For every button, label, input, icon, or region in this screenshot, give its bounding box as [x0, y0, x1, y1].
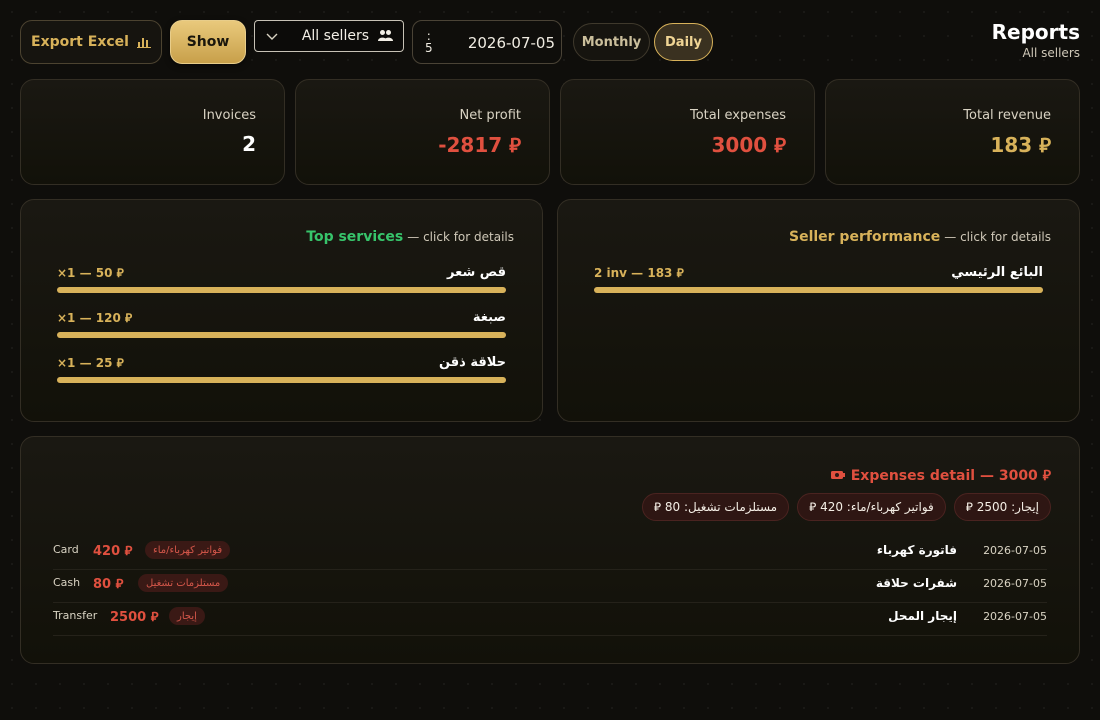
period-daily-toggle[interactable]: Daily — [654, 23, 713, 61]
chart-icon — [136, 38, 151, 48]
service-bar-track — [57, 287, 506, 293]
seller-bar-fill — [594, 287, 1043, 293]
expense-category-chips: إيجار: 2500 ⃁ فواتير كهرباء/ماء: 420 ⃁ م… — [641, 493, 1051, 521]
expense-description: إيجار المحل — [888, 609, 957, 623]
expense-amount: 420 ⃁ — [93, 544, 133, 559]
service-meta: ×1 — 25 ⃁ — [57, 356, 124, 370]
service-row[interactable]: حلاقة ذقن ×1 — 25 ⃁ — [57, 355, 506, 385]
expenses-title: Expenses detail — 3000 ⃁ — [830, 466, 1051, 484]
expense-chip: مستلزمات تشغيل: 80 ⃁ — [641, 493, 790, 521]
seller-name: البائع الرئيسي — [951, 265, 1043, 280]
expense-method: Cash — [53, 576, 81, 589]
seller-select-value: All sellers — [301, 28, 369, 44]
expense-amount: 2500 ⃁ — [110, 610, 159, 625]
expense-description: فاتورة كهرباء — [876, 543, 957, 557]
show-button[interactable]: Show — [170, 20, 246, 64]
service-bar-track — [57, 377, 506, 383]
toolbar: Export Excel Show All sellers : 5 2026-0… — [20, 20, 1080, 64]
expense-row[interactable]: 2026-07-05 شفرات حلاقة Cash 80 ⃁ مستلزما… — [53, 570, 1047, 603]
money-out-icon — [830, 471, 845, 479]
stat-value: -2817 ⃁ — [438, 133, 521, 157]
stat-label: Invoices — [202, 108, 256, 123]
seller-performance-panel[interactable]: Seller performance — click for details ال… — [557, 199, 1080, 422]
expense-date: 2026-07-05 — [983, 577, 1047, 590]
seller-performance-title: Seller performance — click for details — [788, 229, 1051, 245]
page-subtitle: All sellers — [1022, 46, 1080, 60]
expense-chip: إيجار: 2500 ⃁ — [953, 493, 1051, 521]
seller-meta: 2 inv — 183 ⃁ — [594, 266, 684, 280]
seller-bar-track — [594, 287, 1043, 293]
page-header: Reports All sellers — [992, 20, 1080, 60]
stat-card-net-profit: Net profit -2817 ⃁ — [295, 79, 550, 185]
top-services-panel[interactable]: Top services — click for details قص شعر ×… — [20, 199, 543, 422]
service-meta: ×1 — 120 ⃁ — [57, 311, 133, 325]
service-meta: ×1 — 50 ⃁ — [57, 266, 124, 280]
service-row[interactable]: صبغة ×1 — 120 ⃁ — [57, 310, 506, 340]
stat-value: 183 ⃁ — [990, 133, 1051, 157]
seller-select[interactable]: All sellers — [254, 20, 404, 52]
expense-date: 2026-07-05 — [983, 610, 1047, 623]
expense-category-badge: إيجار — [169, 607, 205, 625]
expense-row[interactable]: 2026-07-05 فاتورة كهرباء Card 420 ⃁ فوات… — [53, 537, 1047, 570]
stat-card-invoices: Invoices 2 — [20, 79, 285, 185]
export-excel-label: Export Excel — [31, 34, 129, 50]
page-title: Reports — [991, 20, 1080, 44]
expense-method: Card — [53, 543, 79, 556]
expense-method: Transfer — [53, 609, 98, 622]
date-input[interactable]: : 5 2026-07-05 — [412, 20, 562, 64]
service-bar-fill — [57, 332, 506, 338]
period-monthly-toggle[interactable]: Monthly — [573, 23, 650, 61]
seller-row[interactable]: البائع الرئيسي 2 inv — 183 ⃁ — [594, 265, 1043, 295]
export-excel-button[interactable]: Export Excel — [20, 20, 162, 64]
stat-label: Total expenses — [690, 108, 786, 123]
expense-chip: فواتير كهرباء/ماء: 420 ⃁ — [797, 493, 946, 521]
expense-date: 2026-07-05 — [983, 544, 1047, 557]
expense-row[interactable]: 2026-07-05 إيجار المحل Transfer 2500 ⃁ إ… — [53, 603, 1047, 636]
stat-label: Total revenue — [963, 108, 1051, 123]
users-icon — [378, 30, 393, 41]
stat-card-total-expenses: Total expenses 3000 ⃁ — [560, 79, 815, 185]
service-bar-track — [57, 332, 506, 338]
service-name: صبغة — [472, 310, 506, 325]
service-row[interactable]: قص شعر ×1 — 50 ⃁ — [57, 265, 506, 295]
stat-value: 2 — [242, 132, 256, 156]
top-services-title: Top services — click for details — [306, 229, 514, 245]
expense-description: شفرات حلاقة — [875, 576, 957, 590]
service-name: قص شعر — [447, 265, 506, 280]
chevron-down-icon — [266, 33, 278, 40]
service-name: حلاقة ذقن — [438, 355, 506, 370]
date-value: 2026-07-05 — [467, 34, 555, 52]
expenses-panel: Expenses detail — 3000 ⃁ إيجار: 2500 ⃁ ف… — [20, 436, 1080, 664]
expense-category-badge: فواتير كهرباء/ماء — [145, 541, 231, 559]
stat-label: Net profit — [459, 108, 521, 123]
service-bar-fill — [57, 377, 506, 383]
stat-card-total-revenue: Total revenue 183 ⃁ — [825, 79, 1080, 185]
date-small-indicator: : 5 — [425, 29, 433, 55]
expense-amount: 80 ⃁ — [93, 577, 124, 592]
expense-category-badge: مستلزمات تشغيل — [138, 574, 229, 592]
stat-value: 3000 ⃁ — [711, 133, 786, 157]
service-bar-fill — [57, 287, 506, 293]
